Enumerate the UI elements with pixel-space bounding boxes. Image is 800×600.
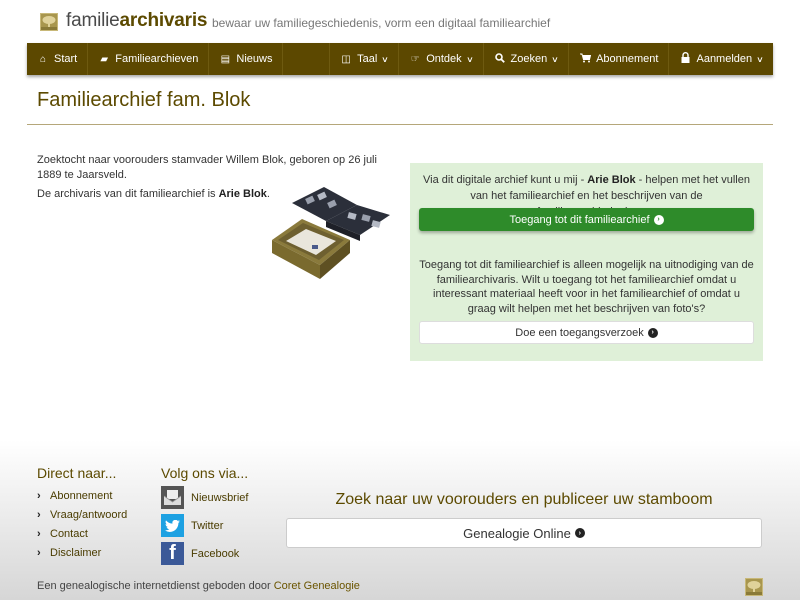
archive-box-image bbox=[272, 187, 390, 279]
genealogie-online-button[interactable]: Genealogie Online › bbox=[286, 518, 762, 548]
social-label: Twitter bbox=[191, 519, 224, 532]
chevron-right-icon: › bbox=[37, 509, 41, 521]
tagline: bewaar uw familiegeschiedenis, vorm een … bbox=[212, 16, 551, 30]
footer-link-label: Disclaimer bbox=[50, 547, 102, 559]
home-icon: ⌂ bbox=[39, 53, 47, 65]
social-twitter[interactable]: Twitter bbox=[161, 514, 223, 537]
nav-start[interactable]: ⌂ Start bbox=[27, 43, 89, 75]
archivist-name: Arie Blok bbox=[218, 188, 267, 200]
nav-aanmelden[interactable]: Aanmelden ∨ bbox=[669, 43, 773, 75]
panel-text-prefix: Via dit digitale archief kunt u mij - bbox=[423, 174, 588, 186]
request-access-label: Doe een toegangsverzoek bbox=[515, 326, 644, 339]
footer-link-contact[interactable]: › Contact bbox=[37, 528, 88, 540]
archivist-line: De archivaris van dit familiearchief is … bbox=[37, 188, 270, 200]
footer-credit: Een genealogische internetdienst geboden… bbox=[37, 580, 360, 592]
access-archive-button[interactable]: Toegang tot dit familiearchief › bbox=[419, 208, 754, 231]
nav-label: Nieuws bbox=[236, 53, 273, 65]
nav-abonnement[interactable]: Abonnement bbox=[569, 43, 670, 75]
site-header: familiearchivaris bewaar uw familiegesch… bbox=[0, 0, 800, 43]
nav-label: Familiearchieven bbox=[115, 53, 199, 65]
credit-text: Een genealogische internetdienst geboden… bbox=[37, 580, 274, 592]
chevron-down-icon: ∨ bbox=[381, 54, 390, 64]
request-access-button[interactable]: Doe een toegangsverzoek › bbox=[419, 321, 754, 344]
direct-heading: Direct naar... bbox=[37, 465, 117, 481]
chevron-right-icon: › bbox=[37, 547, 41, 559]
access-panel: Via dit digitale archief kunt u mij - Ar… bbox=[410, 163, 763, 361]
brand-light: familie bbox=[66, 10, 120, 31]
panel-access-info: Toegang tot dit familiearchief is alleen… bbox=[419, 259, 754, 315]
social-label: Facebook bbox=[191, 547, 240, 560]
social-label: Nieuwsbrief bbox=[191, 491, 249, 504]
nav-nieuws[interactable]: ▤ Nieuws bbox=[209, 43, 284, 75]
footer-link-disclaimer[interactable]: › Disclaimer bbox=[37, 547, 101, 559]
lock-icon bbox=[679, 52, 691, 66]
tree-logo-icon[interactable] bbox=[745, 578, 763, 596]
access-archive-label: Toegang tot dit familiearchief bbox=[509, 213, 650, 226]
chevron-down-icon: ∨ bbox=[756, 54, 764, 64]
brand-name[interactable]: familiearchivaris bbox=[66, 10, 208, 32]
nav-label: Zoeken bbox=[510, 53, 548, 65]
archive-description: Zoektocht naar voorouders stamvader Will… bbox=[37, 154, 377, 181]
coret-genealogie-link[interactable]: Coret Genealogie bbox=[274, 580, 360, 592]
main-nav: ⌂ Start ▰ Familiearchieven ▤ Nieuws ◫ Ta… bbox=[27, 43, 773, 75]
follow-heading: Volg ons via... bbox=[161, 465, 249, 481]
archivist-prefix: De archivaris van dit familiearchief is bbox=[37, 188, 219, 200]
twitter-icon bbox=[161, 514, 184, 537]
search-icon bbox=[494, 52, 506, 66]
footer-link-abonnement[interactable]: › Abonnement bbox=[37, 490, 112, 502]
nav-zoeken[interactable]: Zoeken ∨ bbox=[484, 43, 570, 75]
footer-link-label: Contact bbox=[50, 528, 88, 540]
panel-archivist-name: Arie Blok bbox=[587, 174, 636, 186]
nav-ontdek[interactable]: ☞ Ontdek ∨ bbox=[399, 43, 484, 75]
genealogie-online-label: Genealogie Online bbox=[463, 525, 571, 541]
facebook-icon: f bbox=[161, 542, 184, 565]
footer-link-vraag-antwoord[interactable]: › Vraag/antwoord bbox=[37, 509, 127, 521]
chevron-down-icon: ∨ bbox=[465, 54, 474, 64]
nav-label: Aanmelden bbox=[696, 53, 753, 65]
newspaper-icon: ▤ bbox=[220, 53, 231, 65]
chevron-circle-right-icon: › bbox=[653, 214, 664, 225]
genealogy-promo-title: Zoek naar uw voorouders en publiceer uw … bbox=[335, 491, 713, 508]
language-icon: ◫ bbox=[341, 53, 351, 65]
chevron-right-icon: › bbox=[37, 490, 41, 502]
nav-label: Abonnement bbox=[596, 53, 659, 65]
nav-label: Start bbox=[54, 53, 78, 65]
nav-taal[interactable]: ◫ Taal ∨ bbox=[330, 43, 400, 75]
social-facebook[interactable]: f Facebook bbox=[161, 542, 239, 565]
brand-bold: archivaris bbox=[119, 10, 208, 31]
nav-label: Taal bbox=[357, 53, 378, 65]
book-icon: ▰ bbox=[100, 53, 109, 65]
newsletter-icon bbox=[161, 486, 184, 509]
tree-logo-icon[interactable] bbox=[40, 13, 58, 31]
nav-spacer bbox=[283, 43, 331, 75]
footer-link-label: Abonnement bbox=[50, 490, 113, 502]
site-footer: Direct naar... › Abonnement › Vraag/antwoo… bbox=[0, 440, 800, 600]
cart-icon bbox=[579, 53, 591, 66]
page-title: Familiearchief fam. Blok bbox=[37, 89, 251, 111]
chevron-down-icon: ∨ bbox=[551, 54, 559, 64]
title-divider bbox=[27, 124, 773, 125]
chevron-right-icon: › bbox=[37, 528, 41, 540]
footer-link-label: Vraag/antwoord bbox=[50, 509, 128, 521]
chevron-circle-right-icon: › bbox=[574, 528, 585, 538]
hand-pointer-icon: ☞ bbox=[410, 53, 420, 65]
chevron-circle-right-icon: › bbox=[647, 327, 658, 338]
nav-label: Ontdek bbox=[426, 53, 462, 65]
social-newsletter[interactable]: Nieuwsbrief bbox=[161, 486, 248, 509]
nav-familiearchieven[interactable]: ▰ Familiearchieven bbox=[88, 43, 210, 75]
